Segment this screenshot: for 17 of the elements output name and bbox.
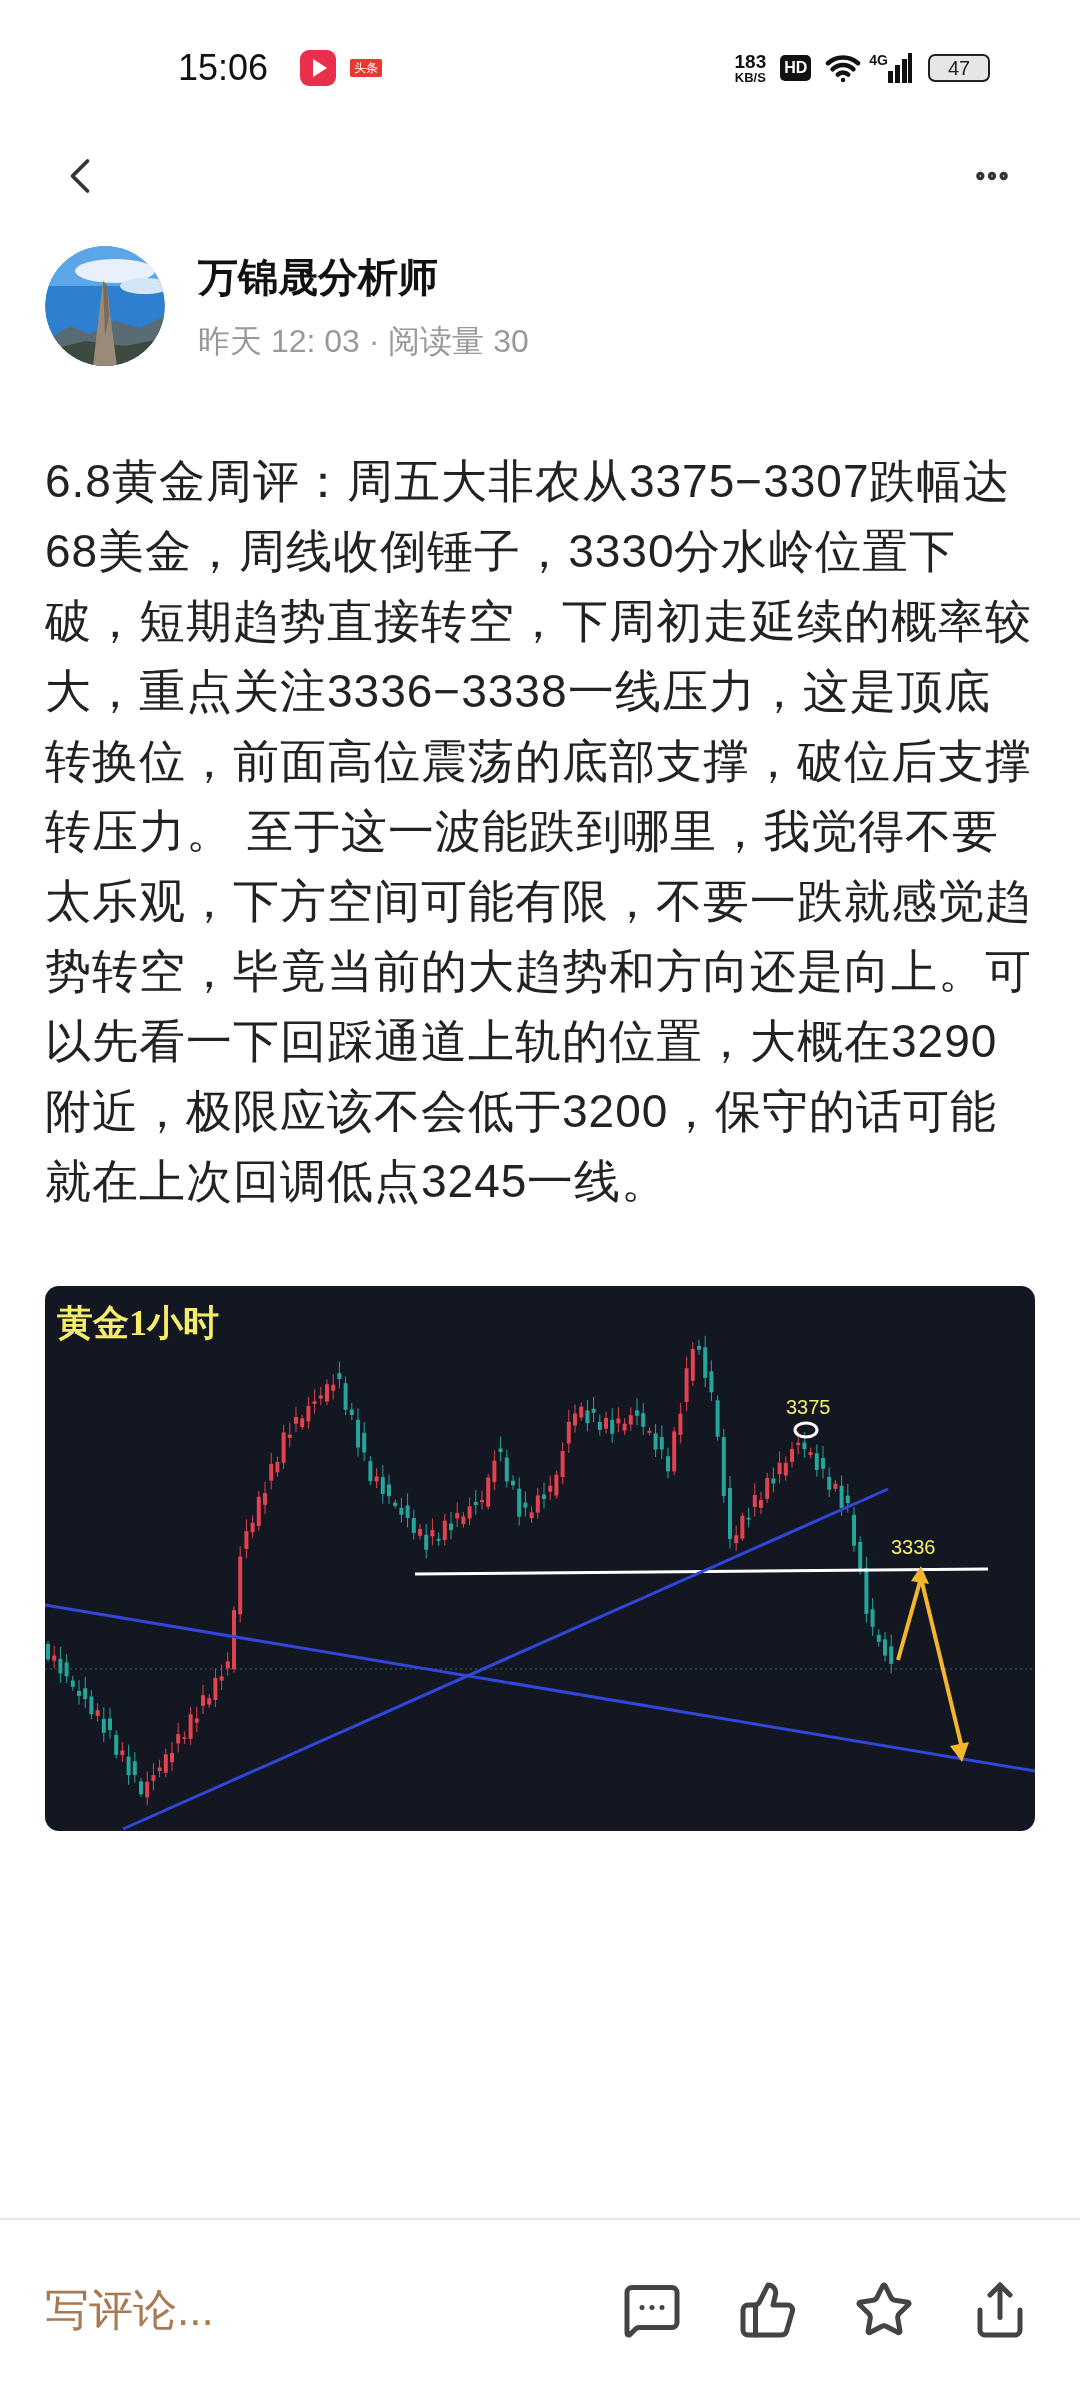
chart-title: 黄金1小时 xyxy=(57,1302,219,1345)
network-type: 4G xyxy=(869,51,888,70)
signal-icon xyxy=(888,53,912,83)
post-meta: 昨天 12: 03 · 阅读量 30 xyxy=(198,322,529,361)
network-speed: 183 KB/S xyxy=(734,52,767,84)
price-label: 3375 xyxy=(786,1395,831,1420)
battery-indicator: 47 xyxy=(928,54,990,82)
hd-badge: HD xyxy=(780,55,812,81)
like-icon[interactable] xyxy=(738,2280,798,2340)
clock: 15:06 xyxy=(178,46,269,90)
price-label: 3336 xyxy=(891,1535,936,1560)
app-badge: 头条 xyxy=(350,59,383,77)
peak-marker xyxy=(793,1421,819,1439)
article-text: 6.8黄金周评：周五大非农从3375−3307跌幅达68美金，周线收倒锤子，3330分水岭位置下破，短期趋势直接转空，下周初走延续的概率较大，重点关注3336−3338一线压力，这是顶底转换位，前面高位震荡的底部支撑，破位后支撑转压力。 至于这一波能跌到哪里，我觉得不要太乐观，下方空间可能有限，不要一跌就感觉趋势转空，毕竟当前的大趋势和方向还是向上。可以先看一下回踩通道上轨的位置，大概在3290附近，极限应该不会低于3200，保守的话可能就在上次回调低点3245一线。 xyxy=(44,454,1033,1209)
comment-field[interactable]: 写评论... xyxy=(45,2277,214,2343)
author-name[interactable]: 万锦晟分析师 xyxy=(198,247,529,307)
play-app-icon xyxy=(300,50,337,86)
